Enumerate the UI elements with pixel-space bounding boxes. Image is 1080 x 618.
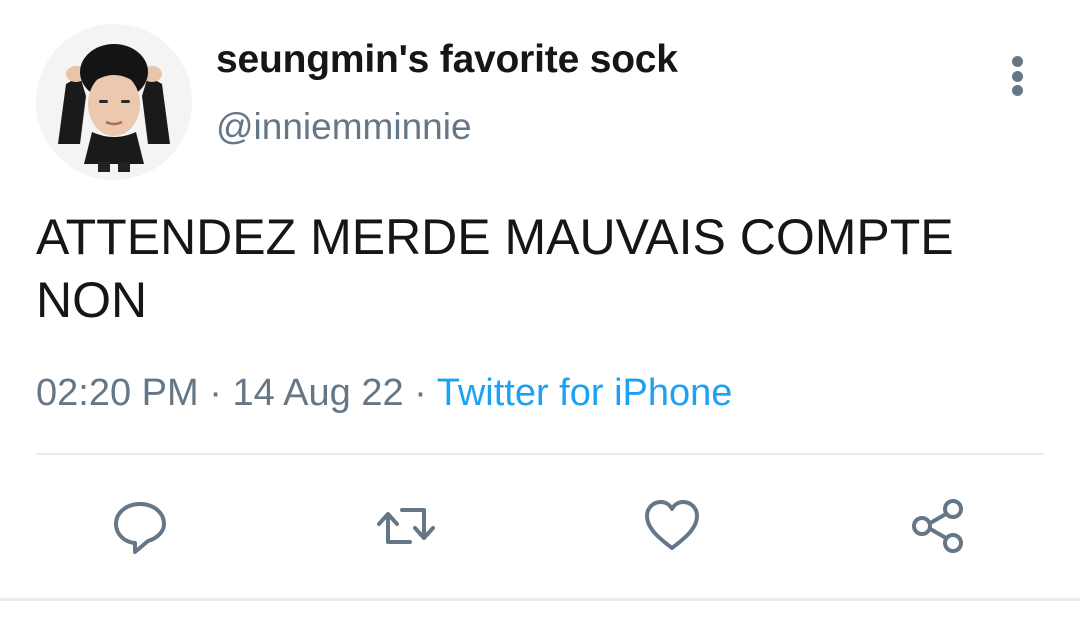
reply-button[interactable] [108,494,172,558]
like-button[interactable] [640,494,704,558]
user-handle[interactable]: @inniemminnie [216,106,472,148]
tweet-text-line: NON [36,272,148,328]
more-dot-icon [1011,70,1023,82]
more-dot-icon [1011,56,1023,67]
share-button[interactable] [906,494,970,558]
avatar-image [36,24,192,180]
tweet-meta: 02:20 PM · 14 Aug 22 · Twitter for iPhon… [36,372,732,415]
retweet-icon [377,508,435,544]
divider [36,453,1044,455]
meta-separator: · [414,372,437,414]
more-options-button[interactable] [1000,52,1034,100]
tweet-source-link[interactable]: Twitter for iPhone [437,372,733,414]
meta-separator: · [209,372,233,414]
avatar[interactable] [36,24,192,180]
display-name[interactable]: seungmin's favorite sock [216,38,678,82]
reply-icon [114,502,166,554]
more-dot-icon [1011,85,1023,96]
tweet-text: ATTENDEZ MERDE MAUVAIS COMPTE NON [36,206,1046,332]
share-icon [912,499,963,553]
heart-icon [645,500,699,550]
tweet-date[interactable]: 14 Aug 22 [232,372,403,414]
tweet-text-line: ATTENDEZ MERDE MAUVAIS COMPTE [36,209,954,265]
bottom-divider [0,598,1080,601]
retweet-button[interactable] [374,494,438,558]
tweet-time[interactable]: 02:20 PM [36,372,199,414]
